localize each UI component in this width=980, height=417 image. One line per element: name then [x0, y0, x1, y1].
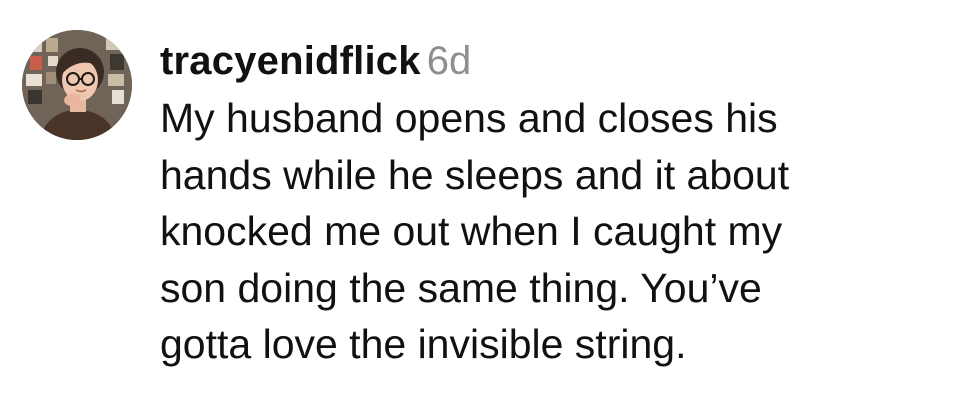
comment-text-line: knocked me out when I caught my	[160, 208, 783, 254]
comment-header: tracyenidflick 6d	[160, 36, 960, 86]
user-avatar-photo-icon	[22, 30, 132, 140]
avatar[interactable]	[22, 30, 132, 140]
comment-text: My husband opens and closes his hands wh…	[160, 90, 960, 373]
comment-text-line: gotta love the invisible string.	[160, 321, 687, 367]
comment-text-line: hands while he sleeps and it about	[160, 151, 790, 198]
comment-card: tracyenidflick 6d My husband opens and cl…	[0, 0, 980, 417]
comment-text-line: My husband opens and closes his	[160, 95, 778, 141]
username-link[interactable]: tracyenidflick	[160, 39, 421, 83]
comment-text-line: son doing the same thing. You’ve	[160, 264, 762, 311]
comment-body: tracyenidflick 6d My husband opens and cl…	[160, 36, 960, 373]
comment-timestamp[interactable]: 6d	[427, 39, 472, 83]
